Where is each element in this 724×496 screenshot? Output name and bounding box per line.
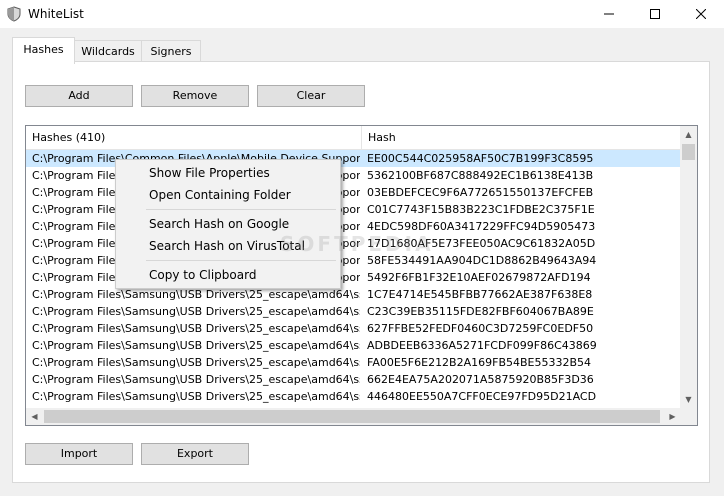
hash-cell: 662E4EA75A202071A5875920B85F3D36: [367, 373, 594, 386]
window-title: WhiteList: [28, 7, 84, 21]
hash-cell: 1C7E4714E545BFBB77662AE387F638E8: [367, 288, 593, 301]
maximize-button[interactable]: [632, 0, 678, 28]
file-path-cell: C:\Program Files\Samsung\USB Drivers\25_…: [32, 390, 360, 403]
add-button[interactable]: Add: [25, 85, 133, 107]
file-path-cell: C:\Program Files\Samsung\USB Drivers\25_…: [32, 322, 360, 335]
menu-item-copy-to-clipboard[interactable]: Copy to Clipboard: [149, 267, 256, 283]
hash-cell: 627FFBE52FEDF0460C3D7259FC0EDF50: [367, 322, 594, 335]
scroll-down-icon[interactable]: ▼: [680, 391, 697, 408]
table-row[interactable]: C:\Program Files\Samsung\USB Drivers\25_…: [26, 337, 681, 354]
hash-cell: 03EBDEFCEC9F6A772651550137EFCFEB: [367, 186, 594, 199]
menu-separator: [146, 209, 336, 210]
menu-item-show-file-properties[interactable]: Show File Properties: [149, 165, 270, 181]
maximize-icon: [650, 9, 660, 19]
minimize-icon: [604, 13, 614, 15]
scroll-left-icon[interactable]: ◀: [26, 408, 43, 425]
table-row[interactable]: C:\Program Files\Samsung\USB Drivers\25_…: [26, 388, 681, 405]
scrollbar-corner: [680, 408, 697, 425]
title-bar: WhiteList: [0, 0, 724, 28]
hash-cell: C23C39EB35115FDE82FBF604067BA89E: [367, 305, 594, 318]
table-row[interactable]: C:\Program Files\Samsung\USB Drivers\25_…: [26, 303, 681, 320]
shield-icon: [7, 6, 21, 22]
hash-cell: ADBDEEB6336A5271FCDF099F86C43869: [367, 339, 597, 352]
scroll-right-icon[interactable]: ▶: [664, 408, 681, 425]
minimize-button[interactable]: [586, 0, 632, 28]
hash-cell: FA00E5F6E212B2A169FB54BE55332B54: [367, 356, 592, 369]
menu-item-open-containing-folder[interactable]: Open Containing Folder: [149, 187, 291, 203]
hash-cell: 446480EE550A7CFF0ECE97FD95D21ACD: [367, 390, 597, 403]
hash-cell: EE00C544C025958AF50C7B199F3C8595: [367, 152, 594, 165]
list-header: Hashes (410) Hash: [26, 126, 681, 150]
hash-cell: 5492F6FB1F32E10AEF02679872AFD194: [367, 271, 591, 284]
scroll-up-icon[interactable]: ▲: [680, 126, 697, 143]
close-button[interactable]: [678, 0, 724, 28]
tab-hashes[interactable]: Hashes: [12, 37, 75, 64]
vertical-scrollbar[interactable]: ▲ ▼: [680, 126, 697, 408]
vertical-scroll-thumb[interactable]: [682, 144, 695, 160]
import-button[interactable]: Import: [25, 443, 133, 465]
file-path-cell: C:\Program Files\Samsung\USB Drivers\25_…: [32, 339, 360, 352]
hash-cell: 5362100BF687C888492EC1B6138E413B: [367, 169, 594, 182]
file-path-cell: C:\Program Files\Samsung\USB Drivers\25_…: [32, 373, 360, 386]
file-path-cell: C:\Program Files\Samsung\USB Drivers\25_…: [32, 305, 360, 318]
column-header-hash[interactable]: Hash: [362, 126, 681, 149]
table-row[interactable]: C:\Program Files\Samsung\USB Drivers\25_…: [26, 371, 681, 388]
hash-cell: C01C7743F15B83B223C1FDBE2C375F1E: [367, 203, 595, 216]
menu-separator: [146, 260, 336, 261]
column-header-path[interactable]: Hashes (410): [26, 126, 362, 149]
tab-wildcards[interactable]: Wildcards: [73, 40, 143, 63]
menu-item-search-google[interactable]: Search Hash on Google: [149, 216, 289, 232]
table-row[interactable]: C:\Program Files\Samsung\USB Drivers\25_…: [26, 354, 681, 371]
horizontal-scrollbar[interactable]: ◀ ▶: [26, 408, 681, 425]
remove-button[interactable]: Remove: [141, 85, 249, 107]
horizontal-scroll-thumb[interactable]: [44, 410, 660, 423]
file-path-cell: C:\Program Files\Samsung\USB Drivers\25_…: [32, 356, 360, 369]
export-button[interactable]: Export: [141, 443, 249, 465]
context-menu: Show File Properties Open Containing Fol…: [115, 159, 341, 289]
watermark: SOFTPEDIA: [280, 232, 434, 256]
table-row[interactable]: C:\Program Files\Samsung\USB Drivers\25_…: [26, 320, 681, 337]
clear-button[interactable]: Clear: [257, 85, 365, 107]
tab-signers[interactable]: Signers: [141, 40, 201, 63]
close-icon: [696, 9, 706, 19]
